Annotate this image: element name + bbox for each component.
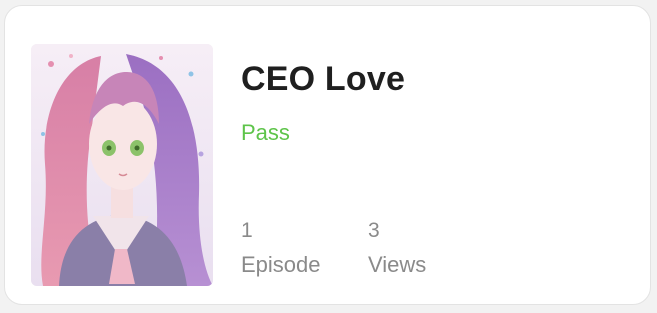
cover-image[interactable]: [31, 44, 213, 286]
status-label: Pass: [241, 120, 290, 145]
views-label: Views: [368, 252, 427, 277]
series-title: CEO Love: [241, 60, 406, 98]
series-card[interactable]: CEO Love Pass 1 Episode 3 Views: [4, 5, 651, 305]
views-count: 3: [368, 219, 380, 242]
views-stat: 3 Views: [368, 218, 426, 278]
cover-illustration: [31, 44, 213, 286]
episode-count: 1: [241, 219, 253, 242]
episode-label: Episode: [241, 252, 321, 277]
episode-stat: 1 Episode: [241, 218, 321, 278]
